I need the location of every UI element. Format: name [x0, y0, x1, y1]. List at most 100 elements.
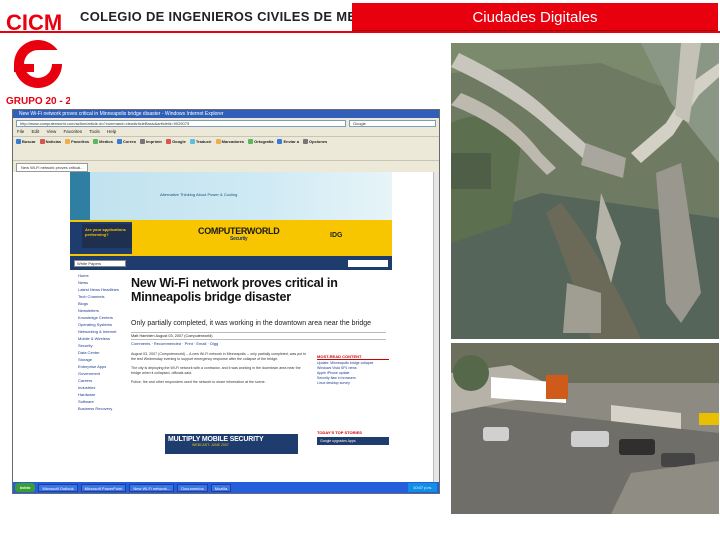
tool-comments[interactable]: Comments: [131, 341, 150, 346]
body-paragraph: August 03, 2007 (Computerworld) -- A new…: [131, 352, 307, 362]
toolbar-item[interactable]: Traducir: [189, 139, 212, 144]
bridge-collapse-ground-photo: [451, 343, 719, 514]
left-nav-item[interactable]: Newsletters: [78, 307, 127, 314]
toolbar-icon: [189, 139, 195, 144]
toolbar-label: Ortografía: [254, 139, 274, 144]
toolbar-icon: [166, 139, 172, 144]
computerworld-logo[interactable]: COMPUTERWORLD Security: [198, 226, 280, 242]
left-nav-item[interactable]: Knowledge Centers: [78, 314, 127, 321]
web-page: Alternative Thinking About Power & Cooli…: [13, 172, 439, 484]
toolbar-icon: [215, 139, 221, 144]
taskbar-item[interactable]: New Wi-Fi network...: [129, 483, 175, 492]
taskbar-item[interactable]: Mozilla: [210, 483, 232, 492]
toolbar-label: Google: [172, 139, 186, 144]
left-nav-item[interactable]: Industries: [78, 384, 127, 391]
browser-title-bar: New Wi-Fi network proves critical in Min…: [13, 110, 439, 118]
left-nav-item[interactable]: Blogs: [78, 300, 127, 307]
taskbar-item[interactable]: Documentos: [177, 483, 208, 492]
taskbar-item[interactable]: Microsoft Outlook: [38, 483, 78, 492]
toolbar-label: Noticias: [45, 139, 62, 144]
toolbar-label: Marcadores: [221, 139, 245, 144]
top-banner-ad[interactable]: Alternative Thinking About Power & Cooli…: [70, 172, 392, 220]
left-nav-item[interactable]: Data Center: [78, 349, 127, 356]
masthead-ad[interactable]: Are your applications performing?: [82, 224, 132, 248]
toolbar-item[interactable]: Favoritos: [65, 139, 89, 144]
windows-taskbar: Inicio Microsoft Outlook Microsoft Power…: [13, 482, 439, 493]
top-stories-title: TODAY'S TOP STORIES: [317, 430, 362, 435]
address-field[interactable]: http://www.computerworld.com/action/arti…: [16, 119, 346, 127]
left-nav-item[interactable]: Latest News Headlines: [78, 286, 127, 293]
menu-bar: File Edit View Favorites Tools Help: [13, 128, 439, 136]
toolbar-item[interactable]: Google: [166, 139, 186, 144]
search-field[interactable]: Google: [349, 119, 436, 127]
left-nav-item[interactable]: Software: [78, 398, 127, 405]
browser-tab[interactable]: New Wi-Fi network proves critical...: [16, 163, 89, 172]
toolbar-item[interactable]: Ortografía: [248, 139, 273, 144]
left-nav-item[interactable]: Tech Channels: [78, 293, 127, 300]
menu-favorites[interactable]: Favorites: [64, 129, 83, 134]
tool-email[interactable]: Email: [196, 341, 206, 346]
left-nav-item[interactable]: Hardware: [78, 391, 127, 398]
tool-digg[interactable]: Digg: [210, 341, 218, 346]
toolbar-item[interactable]: Noticias: [39, 139, 62, 144]
left-nav-item[interactable]: Government: [78, 370, 127, 377]
top-stories-box: TODAY'S TOP STORIES Google upgrades Apps: [317, 430, 389, 445]
slide-title: Ciudades Digitales: [352, 3, 718, 32]
org-name: COLEGIO DE INGENIEROS CIVILES DE MEXICO: [80, 9, 390, 24]
idg-logo: IDG: [330, 232, 343, 239]
page-left-margin: [13, 172, 70, 484]
top-story-link[interactable]: Google upgrades Apps: [317, 437, 389, 445]
toolbar-icon: [116, 139, 122, 144]
toolbar-label: Opciones: [309, 139, 328, 144]
toolbar-icon: [248, 139, 254, 144]
body-paragraph: The city is deploying the Wi-Fi network …: [131, 365, 301, 376]
toolbar-label: Imprimir: [146, 139, 163, 144]
browser-toolbar: Buscar Noticias Favoritos Medios Correo …: [13, 136, 439, 160]
site-search-input[interactable]: [348, 259, 388, 267]
toolbar-icon: [65, 139, 71, 144]
left-nav-item[interactable]: Business Recovery: [78, 405, 127, 412]
toolbar-item[interactable]: Buscar: [16, 139, 36, 144]
logo-subtitle: GRUPO 20 - 25: [6, 96, 70, 106]
toolbar-item[interactable]: Imprimir: [140, 139, 162, 144]
left-nav-item[interactable]: Enterprise Apps: [78, 363, 127, 370]
nav-select[interactable]: White Papers: [74, 259, 126, 267]
left-nav-item[interactable]: Careers: [78, 377, 127, 384]
toolbar-item[interactable]: Medios: [93, 139, 113, 144]
vertical-scrollbar[interactable]: [433, 172, 439, 484]
menu-view[interactable]: View: [47, 129, 57, 134]
browser-window: New Wi-Fi network proves critical in Min…: [12, 109, 440, 494]
tool-recommended[interactable]: Recommended: [154, 341, 181, 346]
toolbar-label: Correo: [122, 139, 137, 144]
toolbar-item[interactable]: Correo: [116, 139, 137, 144]
left-nav-item[interactable]: Mobile & Wireless: [78, 335, 127, 342]
left-nav-item[interactable]: Security: [78, 342, 127, 349]
article-byline: Matt Hamblen August 03, 2007 (Computerwo…: [131, 332, 386, 340]
menu-tools[interactable]: Tools: [89, 129, 100, 134]
computerworld-masthead: Are your applications performing? COMPUT…: [70, 220, 392, 256]
toolbar-icon: [277, 139, 283, 144]
left-nav-item[interactable]: Operating Systems: [78, 321, 127, 328]
menu-help[interactable]: Help: [107, 129, 116, 134]
toolbar-icon: [39, 139, 45, 144]
brand-section: Security: [230, 236, 248, 242]
menu-edit[interactable]: Edit: [32, 129, 40, 134]
banner-left-block: [70, 172, 90, 220]
bridge-collapse-aerial-photo: [451, 43, 719, 339]
left-nav-item[interactable]: Storage: [78, 356, 127, 363]
bottom-ad[interactable]: MULTIPLY MOBILE SECURITY WEBCAST: JUNE 2…: [165, 434, 298, 454]
toolbar-label: Buscar: [22, 139, 36, 144]
left-nav-item[interactable]: Networking & Internet: [78, 328, 127, 335]
toolbar-item[interactable]: Enviar a: [277, 139, 299, 144]
toolbar-item[interactable]: Opciones: [303, 139, 327, 144]
toolbar-item[interactable]: Marcadores: [215, 139, 245, 144]
menu-file[interactable]: File: [17, 129, 24, 134]
tool-print[interactable]: Print: [185, 341, 193, 346]
toolbar-icon: [93, 139, 99, 144]
start-button[interactable]: Inicio: [15, 483, 36, 492]
left-nav-item[interactable]: Home: [78, 272, 127, 279]
article-body: August 03, 2007 (Computerworld) -- A new…: [131, 352, 311, 388]
most-read-item[interactable]: Linux desktop survey: [317, 381, 389, 386]
left-nav-item[interactable]: News: [78, 279, 127, 286]
taskbar-item[interactable]: Microsoft PowerPoint: [80, 483, 127, 492]
